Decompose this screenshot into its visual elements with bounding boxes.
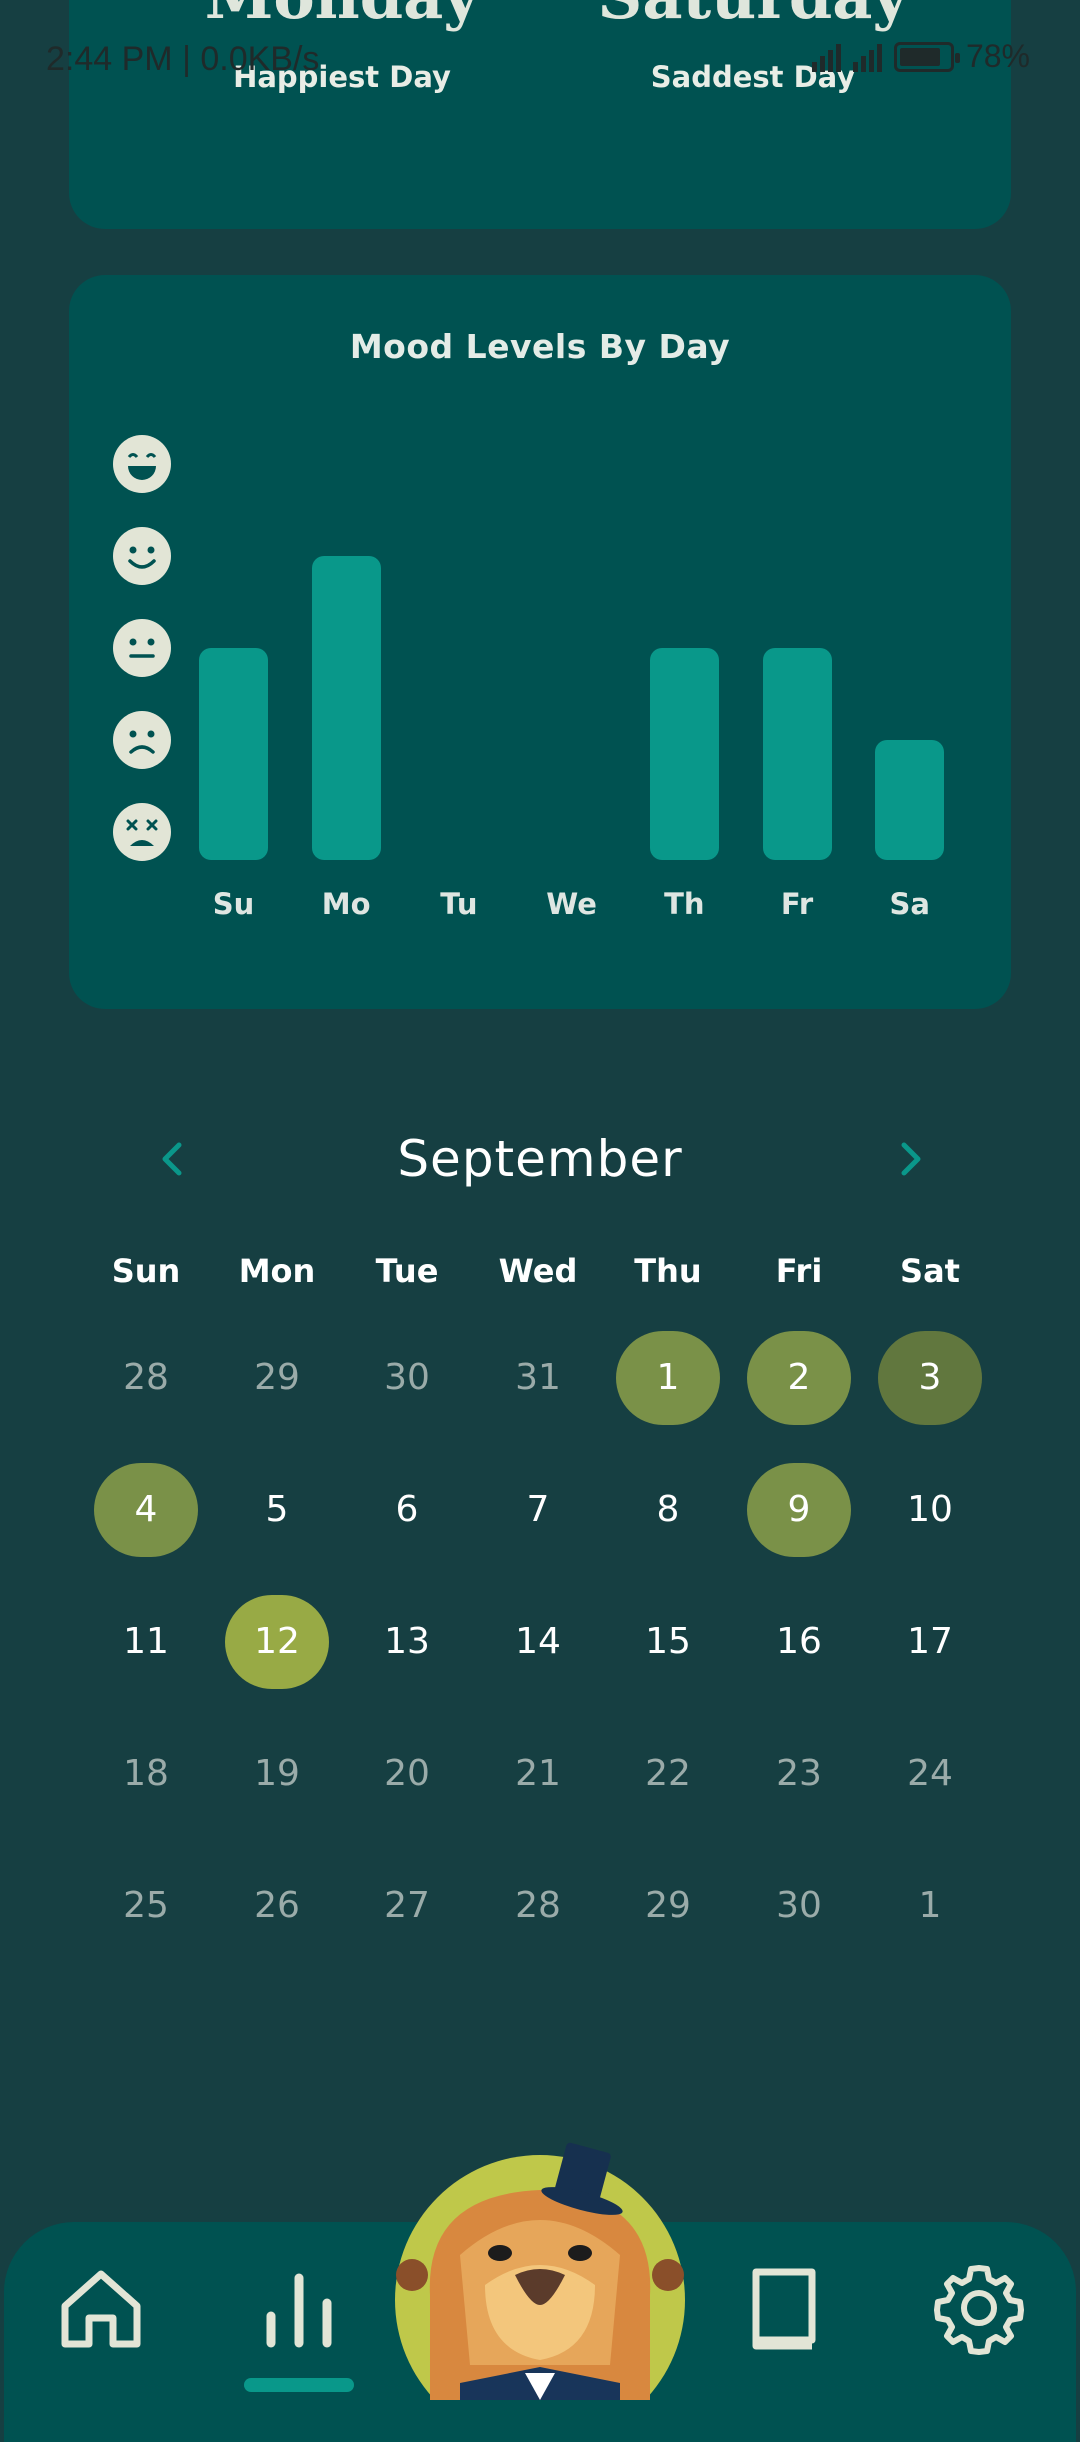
- stats-icon[interactable]: [249, 2258, 349, 2358]
- chevron-right-icon[interactable]: [887, 1136, 933, 1182]
- bar-mo: [311, 556, 381, 860]
- very-happy-icon: [113, 435, 171, 493]
- calendar-day[interactable]: 5: [225, 1463, 329, 1557]
- calendar-day: 28: [123, 1357, 169, 1398]
- bar-label-mo: Mo: [321, 887, 371, 921]
- weekday-sat: Sat: [900, 1252, 960, 1290]
- calendar-day[interactable]: 14: [486, 1595, 590, 1689]
- calendar-day: 29: [645, 1885, 691, 1926]
- calendar-day[interactable]: 11: [94, 1595, 198, 1689]
- journal-icon[interactable]: [732, 2258, 832, 2358]
- calendar-day[interactable]: 12: [225, 1595, 329, 1689]
- calendar-day: 27: [384, 1885, 430, 1926]
- mood-chart-card: Mood Levels By Day Su Mo Tu We Th Fr Sa: [69, 275, 1011, 1009]
- weekday-wed: Wed: [498, 1252, 578, 1290]
- calendar-day: 23: [776, 1753, 822, 1794]
- chart-title: Mood Levels By Day: [349, 327, 731, 366]
- bar-label-sa: Sa: [889, 887, 930, 921]
- calendar-day: 22: [645, 1753, 691, 1794]
- calendar-day[interactable]: 16: [747, 1595, 851, 1689]
- calendar-day[interactable]: 13: [355, 1595, 459, 1689]
- calendar-day[interactable]: 1: [616, 1331, 720, 1425]
- calendar-day[interactable]: 3: [878, 1331, 982, 1425]
- calendar-day: 20: [384, 1753, 430, 1794]
- calendar-day[interactable]: 8: [616, 1463, 720, 1557]
- calendar-day: 29: [254, 1357, 300, 1398]
- home-icon[interactable]: [51, 2258, 151, 2358]
- active-tab-indicator: [244, 2378, 354, 2392]
- calendar-day: 24: [907, 1753, 953, 1794]
- very-sad-face-icon: [113, 803, 171, 861]
- status-icons: 78%: [811, 38, 1030, 75]
- settings-icon[interactable]: [929, 2258, 1029, 2358]
- signal-icon: [811, 42, 841, 72]
- calendar-day[interactable]: 17: [878, 1595, 982, 1689]
- calendar-header: September: [0, 1120, 1080, 1200]
- weekday-thu: Thu: [634, 1252, 702, 1290]
- calendar-day[interactable]: 9: [747, 1463, 851, 1557]
- calendar-day: 25: [123, 1885, 169, 1926]
- calendar-day[interactable]: 4: [94, 1463, 198, 1557]
- bar-sa: [875, 740, 945, 860]
- neutral-face-icon: [113, 619, 171, 677]
- bar-fr: [762, 648, 832, 860]
- weekday-tue: Tue: [375, 1252, 439, 1290]
- calendar-day: 26: [254, 1885, 300, 1926]
- calendar-day: 30: [384, 1357, 430, 1398]
- calendar-day: 19: [254, 1753, 300, 1794]
- bar-th: [649, 648, 719, 860]
- sad-face-icon: [113, 711, 171, 769]
- bar-label-fr: Fr: [780, 887, 814, 921]
- status-time: 2:44 PM | 0.0KB/s: [46, 40, 320, 78]
- battery-icon: [893, 41, 960, 72]
- weekday-mon: Mon: [238, 1252, 316, 1290]
- calendar-day[interactable]: 6: [355, 1463, 459, 1557]
- happy-icon: [113, 527, 171, 585]
- calendar-day: 30: [776, 1885, 822, 1926]
- status-bar: 2:44 PM | 0.0KB/s 78%: [0, 0, 1080, 120]
- bar-label-th: Th: [664, 887, 705, 921]
- calendar-day: 1: [918, 1885, 942, 1926]
- weekday-fri: Fri: [775, 1252, 823, 1290]
- calendar-day: 21: [515, 1753, 561, 1794]
- calendar-day: 18: [123, 1753, 169, 1794]
- calendar-day: 31: [515, 1357, 561, 1398]
- mascot-button[interactable]: [390, 2135, 690, 2400]
- calendar-day[interactable]: 15: [616, 1595, 720, 1689]
- calendar-day[interactable]: 2: [747, 1331, 851, 1425]
- calendar-day: 28: [515, 1885, 561, 1926]
- calendar-day[interactable]: 7: [486, 1463, 590, 1557]
- bar-su: [199, 648, 268, 860]
- bar-label-we: We: [546, 887, 597, 921]
- bar-label-tu: Tu: [440, 887, 478, 921]
- weekday-sun: Sun: [111, 1252, 181, 1290]
- battery-percent: 78%: [965, 38, 1030, 74]
- bar-label-su: Su: [212, 887, 255, 921]
- calendar-day[interactable]: 10: [878, 1463, 982, 1557]
- signal-icon-2: [852, 42, 882, 72]
